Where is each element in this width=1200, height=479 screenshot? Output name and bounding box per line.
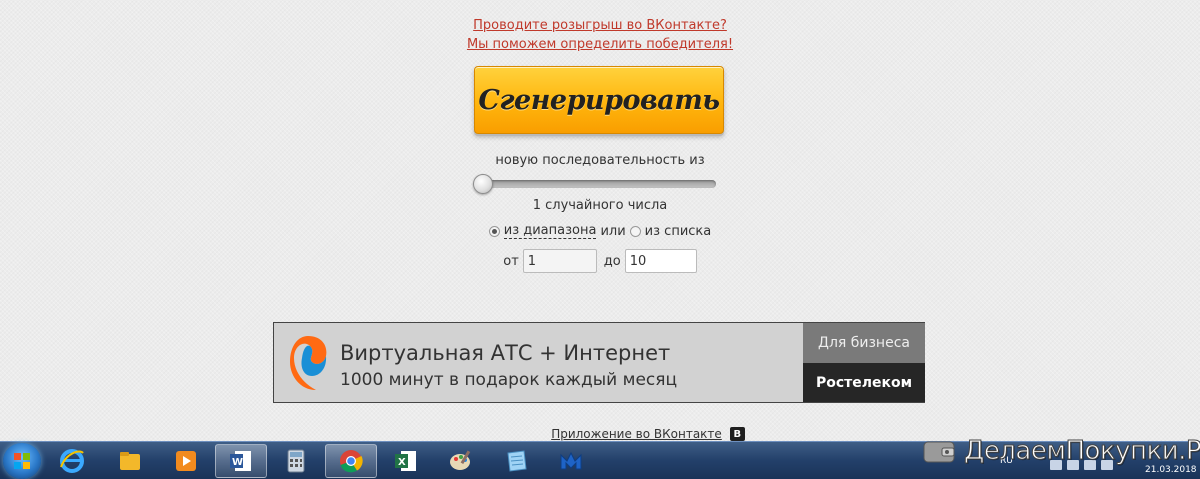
generate-button[interactable]: Сгенерировать [474,66,724,134]
windows-logo-icon [14,453,30,469]
files-icon[interactable] [104,444,156,478]
vk-icon[interactable]: В [729,427,745,441]
sequence-label: новую последовательность из [495,153,705,168]
paint-icon[interactable] [435,444,487,478]
ad-business-label[interactable]: Для бизнеса [803,323,925,363]
ad-brand[interactable]: Ростелеком [803,363,925,402]
from-label: от [503,253,519,269]
malwarebytes-icon[interactable] [545,444,597,478]
vk-app-link[interactable]: Приложение во ВКонтакте [551,427,722,441]
mode-selector: из диапазона или из списка [0,223,1200,239]
wallet-icon [923,441,955,463]
range-radio[interactable] [488,225,500,237]
promo-block: Проводите розыгрыш во ВКонтакте? Мы помо… [0,16,1200,54]
tray-date[interactable]: 21.03.2018 [1145,465,1197,475]
promo-link-line2[interactable]: Мы поможем определить победителя! [467,35,733,54]
chrome-icon[interactable] [325,444,377,478]
range-mode-label[interactable]: из диапазона [503,223,597,239]
media-player-icon[interactable] [160,444,212,478]
or-label: или [600,223,626,239]
rostelecom-logo-icon [290,336,327,390]
list-mode-label[interactable]: из списка [645,224,712,239]
count-slider-track[interactable] [476,180,716,188]
count-slider-thumb[interactable] [473,174,493,194]
watermark-text: ДелаемПокупки.Ру [964,436,1200,467]
calculator-icon[interactable] [270,444,322,478]
svg-text:W: W [232,457,243,468]
to-label: до [603,253,621,269]
ie-icon[interactable] [46,444,98,478]
ad-title: Виртуальная АТС + Интернет [340,341,671,365]
from-input[interactable] [522,249,597,273]
to-input[interactable] [624,249,697,273]
word-icon[interactable]: W [215,444,267,478]
watermark: ДелаемПокупки.Ру [922,436,1200,467]
range-inputs: от до [0,249,1200,273]
notes-icon[interactable] [490,444,542,478]
start-button[interactable] [3,443,41,479]
promo-link-line1[interactable]: Проводите розыгрыш во ВКонтакте? [473,16,727,35]
ad-subtitle: 1000 минут в подарок каждый месяц [340,370,678,390]
excel-icon[interactable]: X [380,444,432,478]
ad-banner[interactable]: Виртуальная АТС + Интернет 1000 минут в … [273,322,925,403]
svg-text:X: X [398,457,406,468]
list-radio[interactable] [629,225,641,237]
count-label: 1 случайного числа [532,198,668,213]
